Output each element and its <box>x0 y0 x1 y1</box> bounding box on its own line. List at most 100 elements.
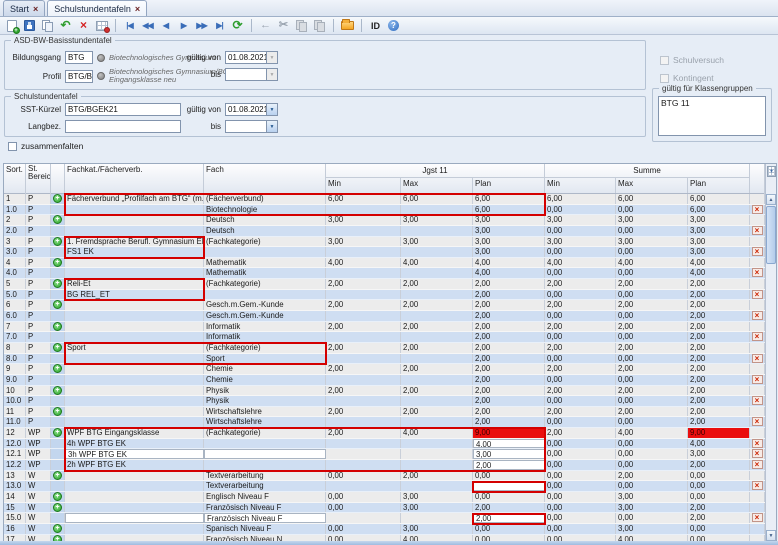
cell-fachkat[interactable]: 1. Fremdsprache Berufl. Gymnasium EK <box>65 237 204 247</box>
klassengruppen-list[interactable]: BTG 11 <box>658 96 766 136</box>
cell-splan[interactable]: 2,00 <box>688 332 750 342</box>
cell-fachkat[interactable] <box>65 268 204 278</box>
cell-smax[interactable]: 4,00 <box>616 428 688 438</box>
cell-jplan[interactable]: 3,00 <box>473 449 545 459</box>
cell-jplan[interactable]: 2,00 <box>473 364 545 374</box>
cell-jplan[interactable]: 6,00 <box>473 194 545 204</box>
cell-fachkat[interactable] <box>65 471 204 481</box>
cell-jmax[interactable] <box>401 268 473 278</box>
delete-row-button[interactable]: × <box>752 268 763 277</box>
cell-splan[interactable]: 0,00 <box>688 524 750 534</box>
cell-fachkat[interactable]: Fächerverbund „Profilfach am BTG“ (m. MF… <box>65 194 204 204</box>
table-row[interactable]: 10.0PPhysik2,000,000,002,00× <box>4 396 765 407</box>
cell-jplan[interactable]: 3,00 <box>473 237 545 247</box>
nav-last-button[interactable]: ▶| <box>211 18 228 34</box>
table-row[interactable]: 9.0PChemie2,000,000,002,00× <box>4 375 765 386</box>
cell-jplan[interactable]: 2,00 <box>473 290 545 300</box>
table-row[interactable]: 2.0PDeutsch3,000,000,003,00× <box>4 226 765 237</box>
cell-smax[interactable]: 2,00 <box>616 407 688 417</box>
cell-splan[interactable]: 2,00 <box>688 407 750 417</box>
cell-fachkat[interactable] <box>65 407 204 417</box>
column-header-summe-min[interactable]: Min <box>545 178 616 193</box>
table-row[interactable]: 6P+Gesch.m.Gem.-Kunde2,002,002,002,002,0… <box>4 300 765 311</box>
cell-smin[interactable]: 3,00 <box>545 237 616 247</box>
cell-jmax[interactable]: 3,00 <box>401 503 473 513</box>
cell-jplan[interactable]: 2,00 <box>473 279 545 289</box>
cell-smin[interactable]: 0,00 <box>545 332 616 342</box>
cell-smax[interactable]: 0,00 <box>616 513 688 523</box>
cell-fachkat[interactable] <box>65 332 204 342</box>
cell-fach[interactable]: (Fachkategorie) <box>204 428 326 438</box>
cell-jplan[interactable]: 0,00 <box>473 471 545 481</box>
cell-smax[interactable]: 2,00 <box>616 300 688 310</box>
cell-jplan[interactable]: 2,00 <box>473 396 545 406</box>
cell-jmin[interactable]: 3,00 <box>326 215 401 225</box>
table-row[interactable]: 8.0PSport2,000,000,002,00× <box>4 354 765 365</box>
cell-fachkat[interactable] <box>65 226 204 236</box>
cell-smin[interactable]: 0,00 <box>545 481 616 491</box>
cell-fachkat[interactable] <box>65 386 204 396</box>
table-row[interactable]: 7P+Informatik2,002,002,002,002,002,00 <box>4 322 765 333</box>
cell-smax[interactable]: 0,00 <box>616 460 688 470</box>
table-row[interactable]: 12.0WP4h WPF BTG EK4,000,000,004,00× <box>4 439 765 450</box>
nav-fast-forward-button[interactable]: ▶▶ <box>193 18 210 34</box>
cell-jmin[interactable]: 0,00 <box>326 492 401 502</box>
cell-jplan[interactable]: 2,00 <box>473 343 545 353</box>
delete-row-button[interactable]: × <box>752 449 763 458</box>
cell-smin[interactable]: 0,00 <box>545 439 616 449</box>
cell-jmin[interactable]: 2,00 <box>326 407 401 417</box>
cell-jmin[interactable] <box>326 332 401 342</box>
cell-jmax[interactable]: 6,00 <box>401 194 473 204</box>
scroll-down-button[interactable]: ▼ <box>766 530 776 541</box>
cell-jplan[interactable]: 2,00 <box>473 375 545 385</box>
add-row-button[interactable]: + <box>53 386 62 395</box>
cell-jplan[interactable]: 2,00 <box>473 407 545 417</box>
cell-jmin[interactable] <box>326 460 401 470</box>
table-row[interactable]: 5P+Reli-Et(Fachkategorie)2,002,002,002,0… <box>4 279 765 290</box>
chevron-down-icon[interactable]: ▼ <box>267 120 278 133</box>
cell-fachkat[interactable] <box>65 215 204 225</box>
cell-smin[interactable]: 2,00 <box>545 386 616 396</box>
cell-jmin[interactable] <box>326 396 401 406</box>
cell-jplan[interactable]: 0,00 <box>473 524 545 534</box>
nav-forward-button[interactable]: ▶ <box>175 18 192 34</box>
table-row[interactable]: 4P+Mathematik4,004,004,004,004,004,00 <box>4 258 765 269</box>
cell-jmax[interactable]: 3,00 <box>401 237 473 247</box>
cell-smax[interactable]: 3,00 <box>616 524 688 534</box>
cell-jmin[interactable] <box>326 268 401 278</box>
cell-fachkat[interactable]: FS1 EK <box>65 247 204 257</box>
cell-jplan[interactable]: 2,00 <box>473 322 545 332</box>
cell-jmin[interactable]: 6,00 <box>326 194 401 204</box>
table-row[interactable]: 10P+Physik2,002,002,002,002,002,00 <box>4 386 765 397</box>
refresh-button[interactable]: ⟳ <box>229 18 246 34</box>
nav-fast-back-button[interactable]: ◀◀ <box>139 18 156 34</box>
cell-smin[interactable]: 0,00 <box>545 471 616 481</box>
cell-splan[interactable]: 6,00 <box>688 194 750 204</box>
cell-jmin[interactable]: 2,00 <box>326 364 401 374</box>
cell-fachkat[interactable]: 3h WPF BTG EK <box>65 449 204 459</box>
cell-jmax[interactable]: 2,00 <box>401 343 473 353</box>
cell-fach[interactable]: Mathematik <box>204 258 326 268</box>
table-row[interactable]: 2P+Deutsch3,003,003,003,003,003,00 <box>4 215 765 226</box>
cell-fach[interactable]: Biotechnologie <box>204 205 326 215</box>
cut-button[interactable]: ✂ <box>275 18 292 34</box>
cell-smin[interactable]: 0,00 <box>545 417 616 427</box>
cell-smax[interactable]: 2,00 <box>616 279 688 289</box>
close-icon[interactable]: × <box>33 5 38 13</box>
delete-row-button[interactable]: × <box>752 205 763 214</box>
delete-row-button[interactable]: × <box>752 513 763 522</box>
cell-jplan[interactable]: 2,00 <box>473 417 545 427</box>
cell-splan[interactable]: 2,00 <box>688 396 750 406</box>
cell-smin[interactable]: 0,00 <box>545 513 616 523</box>
cell-jmin[interactable]: 3,00 <box>326 237 401 247</box>
cell-jmax[interactable] <box>401 439 473 449</box>
cell-smax[interactable]: 2,00 <box>616 364 688 374</box>
delete-row-button[interactable]: × <box>752 417 763 426</box>
table-row[interactable]: 12.2WP2h WPF BTG EK2,000,000,002,00× <box>4 460 765 471</box>
table-row[interactable]: 15.0WFranzösisch Niveau F2,000,000,002,0… <box>4 513 765 524</box>
cell-jmin[interactable] <box>326 439 401 449</box>
cell-jplan[interactable]: 3,00 <box>473 247 545 257</box>
table-row[interactable]: 6.0PGesch.m.Gem.-Kunde2,000,000,002,00× <box>4 311 765 322</box>
cell-fach[interactable]: (Fächerverbund) <box>204 194 326 204</box>
cell-smin[interactable]: 0,00 <box>545 460 616 470</box>
